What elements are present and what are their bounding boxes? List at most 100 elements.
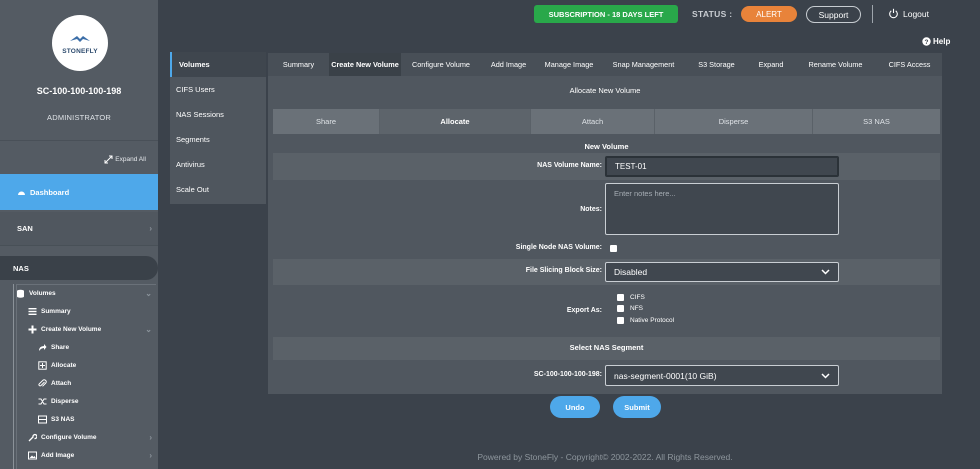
alert-status-button[interactable]: ALERT (741, 6, 797, 22)
tree-item-label: Disperse (51, 397, 79, 405)
tree-item-label: Configure Volume (41, 433, 97, 441)
tab-manage-image[interactable]: Manage Image (536, 53, 602, 76)
logout-button[interactable]: Logout (888, 8, 929, 19)
submit-button[interactable]: Submit (613, 396, 661, 418)
undo-button[interactable]: Undo (550, 396, 600, 418)
tree-item-volumes[interactable]: Volumes ⌄ (16, 284, 158, 302)
tab-rename-volume[interactable]: Rename Volume (794, 53, 877, 76)
tree-line (13, 284, 14, 469)
tree-item-summary[interactable]: Summary (16, 302, 158, 320)
chevron-right-icon: › (149, 224, 152, 233)
allocate-volume-panel: Allocate New Volume Share Allocate Attac… (268, 76, 942, 394)
allocate-icon (38, 360, 47, 370)
dashboard-icon (18, 191, 25, 195)
segment-value: nas-segment-0001(10 GiB) (614, 370, 717, 381)
export-nfs-checkbox[interactable] (617, 305, 624, 312)
panel-title: Allocate New Volume (569, 85, 641, 95)
help-icon: ? (922, 37, 931, 46)
vtab-nas-sessions[interactable]: NAS Sessions (170, 102, 266, 127)
tree-item-attach[interactable]: Attach (16, 374, 158, 392)
share-icon (39, 343, 47, 351)
vtab-antivirus[interactable]: Antivirus (170, 152, 266, 177)
vtab-volumes[interactable]: Volumes (170, 52, 266, 77)
shuffle-icon (38, 398, 47, 404)
topbar-divider (872, 5, 873, 23)
tree-item-configure-volume[interactable]: Configure Volume › (16, 428, 158, 446)
mode-tab-s3-nas[interactable]: S3 NAS (813, 109, 940, 134)
mode-tab-share[interactable]: Share (273, 109, 380, 134)
export-nfs-option[interactable]: NFS (617, 305, 643, 312)
sidebar-item-label: Dashboard (30, 187, 70, 197)
block-size-value: Disabled (614, 267, 648, 277)
help-link[interactable]: ? Help (922, 37, 950, 46)
sidebar-item-label: NAS (13, 263, 29, 273)
tab-snap-management[interactable]: Snap Management (602, 53, 685, 76)
storage-icon (38, 415, 47, 423)
sidebar-item-label: SAN (17, 224, 33, 233)
mode-tab-disperse[interactable]: Disperse (655, 109, 813, 134)
volume-name-input[interactable]: TEST-01 (605, 156, 839, 177)
sidebar-divider (0, 140, 158, 141)
chevron-down-icon (821, 269, 830, 275)
volume-mode-tabs: Share Allocate Attach Disperse S3 NAS (273, 109, 940, 134)
stonefly-logo: STONEFLY (52, 15, 108, 71)
mode-tab-attach[interactable]: Attach (531, 109, 655, 134)
image-icon (28, 451, 37, 459)
tab-add-image[interactable]: Add Image (481, 53, 536, 76)
notes-textarea[interactable]: Enter notes here... (605, 183, 839, 235)
single-node-checkbox[interactable] (610, 245, 617, 252)
export-as-label: Export As: (566, 307, 602, 314)
support-button[interactable]: Support (806, 6, 861, 23)
svg-text:?: ? (925, 39, 929, 46)
tab-expand[interactable]: Expand (748, 53, 794, 76)
block-size-label: File Slicing Block Size: (525, 267, 602, 274)
help-label: Help (933, 37, 951, 46)
vtab-segments[interactable]: Segments (170, 127, 266, 152)
block-size-select[interactable]: Disabled (605, 262, 839, 282)
mode-tab-allocate[interactable]: Allocate (380, 109, 531, 134)
select-segment-heading: Select NAS Segment (569, 343, 644, 352)
tree-item-share[interactable]: Share (16, 338, 158, 356)
tree-item-label: S3 NAS (51, 415, 75, 423)
tab-summary[interactable]: Summary (268, 53, 329, 76)
tree-item-allocate[interactable]: Allocate (16, 356, 158, 374)
export-option-label: NFS (630, 305, 643, 312)
tree-item-s3-nas[interactable]: S3 NAS (16, 410, 158, 428)
sidebar-item-san[interactable]: SAN › (0, 212, 158, 246)
volume-tabs: Summary Create New Volume Configure Volu… (268, 53, 942, 76)
export-native-option[interactable]: Native Protocol (617, 317, 674, 324)
vtab-cifs-users[interactable]: CIFS Users (170, 77, 266, 102)
notes-label: Notes: (580, 206, 602, 213)
sidebar-item-dashboard[interactable]: Dashboard (0, 174, 158, 210)
user-role: ADMINISTRATOR (47, 113, 111, 122)
tree-item-disperse[interactable]: Disperse (16, 392, 158, 410)
expand-all-label: Expand All (115, 156, 146, 163)
tab-create-new-volume[interactable]: Create New Volume (329, 53, 401, 76)
volume-name-label: NAS Volume Name: (537, 162, 602, 169)
footer-copyright: Powered by StoneFly - Copyright© 2002-20… (477, 452, 733, 462)
tree-item-add-image[interactable]: Add Image › (16, 446, 158, 464)
tree-item-create-new-volume[interactable]: Create New Volume ⌄ (16, 320, 158, 338)
expand-all-link[interactable]: Expand All (104, 155, 146, 164)
paperclip-icon (38, 378, 47, 387)
tab-cifs-access[interactable]: CIFS Access (877, 53, 942, 76)
plus-icon (28, 325, 37, 333)
list-icon (28, 307, 37, 315)
tree-item-label: Share (51, 343, 70, 351)
chevron-down-icon: ⌄ (145, 288, 152, 298)
subscription-badge[interactable]: SUBSCRIPTION - 18 DAYS LEFT (534, 5, 678, 23)
logout-label: Logout (903, 8, 929, 19)
tab-s3-storage[interactable]: S3 Storage (685, 53, 748, 76)
export-native-checkbox[interactable] (617, 317, 624, 324)
database-icon (17, 289, 24, 298)
segment-select[interactable]: nas-segment-0001(10 GiB) (605, 365, 839, 386)
new-volume-heading: New Volume (584, 142, 629, 151)
tree-item-label: Add Image (41, 451, 75, 459)
export-cifs-checkbox[interactable] (617, 294, 624, 301)
vtab-scale-out[interactable]: Scale Out (170, 177, 266, 202)
power-icon (889, 8, 898, 19)
export-option-label: CIFS (630, 294, 645, 301)
tab-configure-volume[interactable]: Configure Volume (401, 53, 481, 76)
export-cifs-option[interactable]: CIFS (617, 294, 645, 301)
sidebar-item-nas[interactable]: NAS (0, 256, 158, 280)
